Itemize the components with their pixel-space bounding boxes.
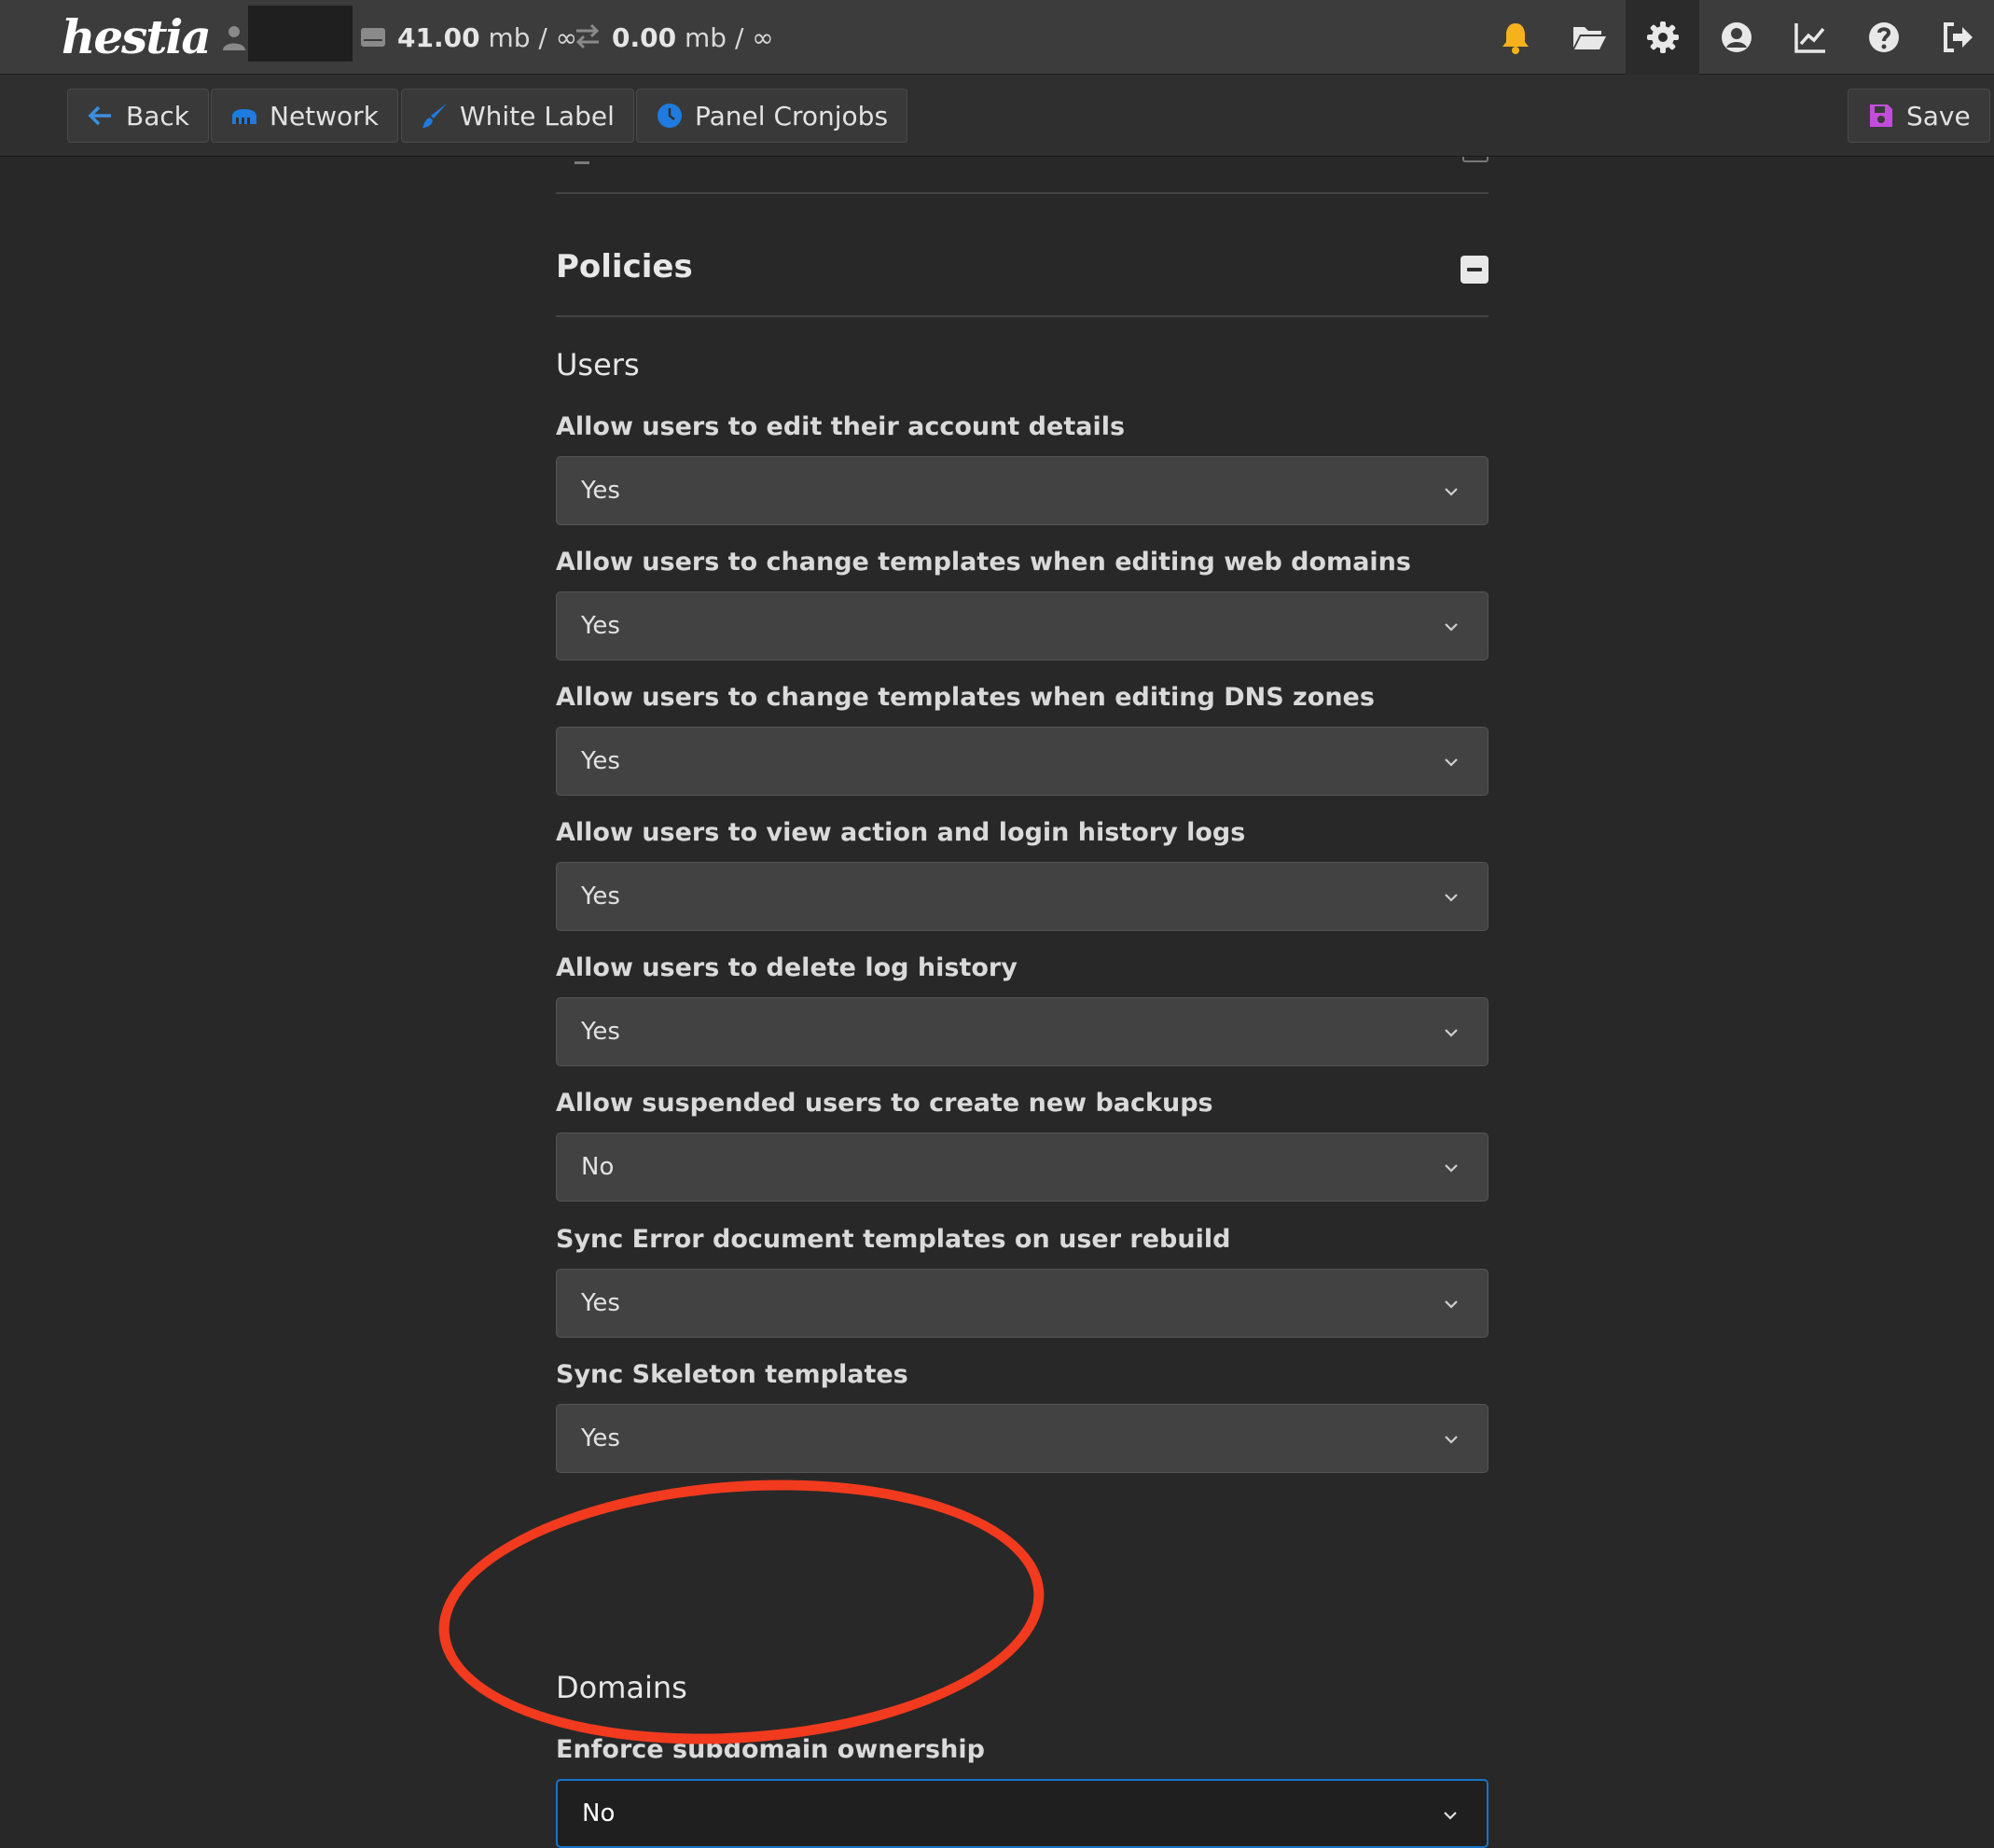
top-icon-group bbox=[1478, 0, 1994, 75]
server-settings-button[interactable] bbox=[1626, 0, 1699, 75]
section-divider bbox=[556, 192, 1489, 194]
field-label: Allow users to change templates when edi… bbox=[556, 548, 1411, 577]
chevron-down-icon bbox=[1445, 488, 1458, 496]
red-highlight-ellipse bbox=[430, 1460, 1053, 1764]
field-label: Allow users to delete log history bbox=[556, 953, 1018, 982]
help-button[interactable] bbox=[1847, 0, 1920, 75]
panel-cronjobs-button-label: Panel Cronjobs bbox=[695, 100, 889, 132]
policies-collapse-toggle[interactable] bbox=[1461, 256, 1489, 284]
back-button-label: Back bbox=[126, 100, 189, 132]
field-label: Allow users to view action and login his… bbox=[556, 818, 1246, 847]
view-history-logs-select[interactable]: Yes bbox=[556, 862, 1489, 931]
select-value: No bbox=[581, 1153, 615, 1181]
action-toolbar: Back Network White Label Panel Cronjobs … bbox=[0, 75, 1994, 157]
save-button[interactable]: Save bbox=[1848, 89, 1990, 143]
disk-usage-value: 41.00 bbox=[397, 21, 480, 53]
chevron-down-icon bbox=[1444, 1812, 1457, 1820]
network-button[interactable]: Network bbox=[211, 89, 398, 143]
select-value: Yes bbox=[581, 477, 620, 505]
enforce-subdomain-ownership-select[interactable]: No bbox=[556, 1779, 1489, 1848]
redacted-username bbox=[248, 6, 353, 62]
users-group-title: Users bbox=[556, 347, 640, 382]
question-icon bbox=[1868, 22, 1899, 52]
network-button-label: Network bbox=[270, 100, 379, 132]
sync-skeleton-templates-select[interactable]: Yes bbox=[556, 1404, 1489, 1473]
bandwidth-usage-value: 0.00 bbox=[612, 21, 677, 53]
chevron-down-icon bbox=[1445, 894, 1458, 902]
paintbrush-icon bbox=[422, 104, 447, 128]
clock-icon bbox=[658, 104, 682, 128]
chevron-down-icon bbox=[1445, 1436, 1458, 1444]
chevron-down-icon bbox=[1445, 623, 1458, 632]
arrow-left-icon bbox=[88, 105, 111, 126]
chevron-down-icon bbox=[1445, 1164, 1458, 1173]
notifications-button[interactable] bbox=[1478, 0, 1552, 75]
white-label-button-label: White Label bbox=[460, 100, 615, 132]
file-manager-button[interactable] bbox=[1552, 0, 1626, 75]
hdd-icon bbox=[361, 28, 385, 47]
edit-account-details-select[interactable]: Yes bbox=[556, 456, 1489, 525]
logout-icon bbox=[1943, 22, 1973, 52]
disk-usage-unit: mb / ∞ bbox=[479, 21, 578, 53]
select-value: Yes bbox=[581, 747, 620, 775]
sync-error-templates-select[interactable]: Yes bbox=[556, 1269, 1489, 1338]
suspended-users-backups-select[interactable]: No bbox=[556, 1132, 1489, 1202]
logout-button[interactable] bbox=[1920, 0, 1994, 75]
field-label: Allow users to edit their account detail… bbox=[556, 412, 1126, 441]
chart-line-icon bbox=[1793, 23, 1825, 53]
statistics-button[interactable] bbox=[1773, 0, 1847, 75]
save-button-label: Save bbox=[1906, 100, 1971, 132]
policies-section-title: Policies bbox=[556, 248, 693, 285]
previous-section-title-fragment bbox=[575, 157, 589, 164]
select-value: Yes bbox=[581, 1424, 620, 1452]
folder-open-icon bbox=[1572, 27, 1606, 49]
user-icon bbox=[223, 26, 245, 50]
transfer-arrows-icon bbox=[575, 23, 600, 49]
change-dns-templates-select[interactable]: Yes bbox=[556, 727, 1489, 796]
field-label: Allow suspended users to create new back… bbox=[556, 1089, 1213, 1118]
field-label: Allow users to change templates when edi… bbox=[556, 683, 1375, 712]
network-wired-icon bbox=[232, 109, 256, 124]
chevron-down-icon bbox=[1445, 758, 1458, 767]
users-button[interactable] bbox=[1699, 0, 1773, 75]
select-value: Yes bbox=[581, 1018, 620, 1046]
select-value: Yes bbox=[581, 1289, 620, 1317]
chevron-down-icon bbox=[1445, 1029, 1458, 1037]
hestia-logo[interactable]: hestia bbox=[62, 4, 212, 71]
field-label: Sync Skeleton templates bbox=[556, 1360, 908, 1389]
select-value: Yes bbox=[581, 882, 620, 910]
top-navigation-bar: hestia 41.00 mb / ∞ 0.00 mb / ∞ bbox=[0, 0, 1994, 75]
chevron-down-icon bbox=[1445, 1300, 1458, 1309]
bandwidth-usage-unit: mb / ∞ bbox=[676, 21, 774, 53]
bell-icon bbox=[1502, 23, 1529, 54]
disk-usage: 41.00 mb / ∞ bbox=[397, 0, 577, 75]
previous-section-toggle[interactable] bbox=[1462, 157, 1489, 162]
user-circle-icon bbox=[1721, 22, 1752, 52]
panel-cronjobs-button[interactable]: Panel Cronjobs bbox=[636, 89, 908, 143]
delete-log-history-select[interactable]: Yes bbox=[556, 997, 1489, 1066]
white-label-button[interactable]: White Label bbox=[401, 89, 634, 143]
floppy-disk-icon bbox=[1870, 104, 1892, 127]
bandwidth-usage: 0.00 mb / ∞ bbox=[612, 0, 774, 75]
select-value: No bbox=[582, 1799, 616, 1827]
select-value: Yes bbox=[581, 612, 620, 640]
gear-icon bbox=[1646, 21, 1679, 53]
section-divider bbox=[556, 315, 1489, 317]
field-label: Sync Error document templates on user re… bbox=[556, 1225, 1231, 1254]
back-button[interactable]: Back bbox=[67, 89, 209, 143]
change-web-templates-select[interactable]: Yes bbox=[556, 591, 1489, 660]
